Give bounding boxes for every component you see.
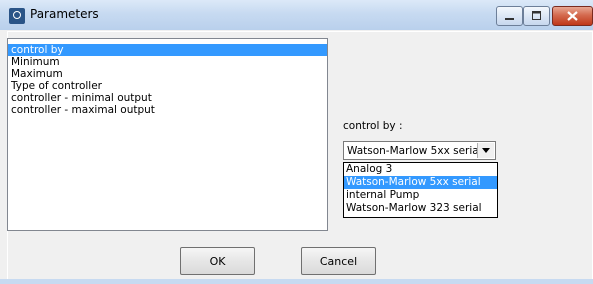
control-by-select[interactable]: Watson-Marlow 5xx serial [343,141,496,160]
list-item[interactable]: controller - minimal output [8,92,327,104]
maximize-button[interactable] [523,6,550,26]
window-title: Parameters [30,7,99,21]
ok-button[interactable]: OK [180,247,255,275]
parameters-window: Parameters control by Minimum Maximum Type … [0,0,593,284]
dropdown-option[interactable]: Watson-Marlow 323 serial [344,202,497,215]
list-item[interactable]: Type of controller [8,80,327,92]
app-icon [9,8,25,24]
cancel-button[interactable]: Cancel [301,247,376,275]
chevron-down-icon [482,148,490,153]
close-button[interactable] [552,6,593,26]
control-by-label: control by : [343,120,403,132]
title-bar[interactable]: Parameters [0,0,593,30]
list-item[interactable]: control by [8,44,327,56]
minimize-icon [505,18,514,20]
dropdown-option[interactable]: internal Pump [344,189,497,202]
list-item[interactable]: Maximum [8,68,327,80]
minimize-button[interactable] [496,6,523,26]
dropdown-arrow-button[interactable] [477,143,494,158]
list-item[interactable]: Minimum [8,56,327,68]
control-by-selected-value: Watson-Marlow 5xx serial [347,145,482,157]
dropdown-option[interactable]: Analog 3 [344,163,497,176]
maximize-icon [532,11,541,20]
parameters-listbox[interactable]: control by Minimum Maximum Type of controll… [7,38,328,231]
window-bottom-frame [0,279,593,284]
list-item[interactable]: controller - maximal output [8,104,327,116]
dropdown-option[interactable]: Watson-Marlow 5xx serial [344,176,497,189]
control-by-dropdown-list[interactable]: Analog 3 Watson-Marlow 5xx serial internal… [343,162,498,218]
close-icon [567,11,578,21]
